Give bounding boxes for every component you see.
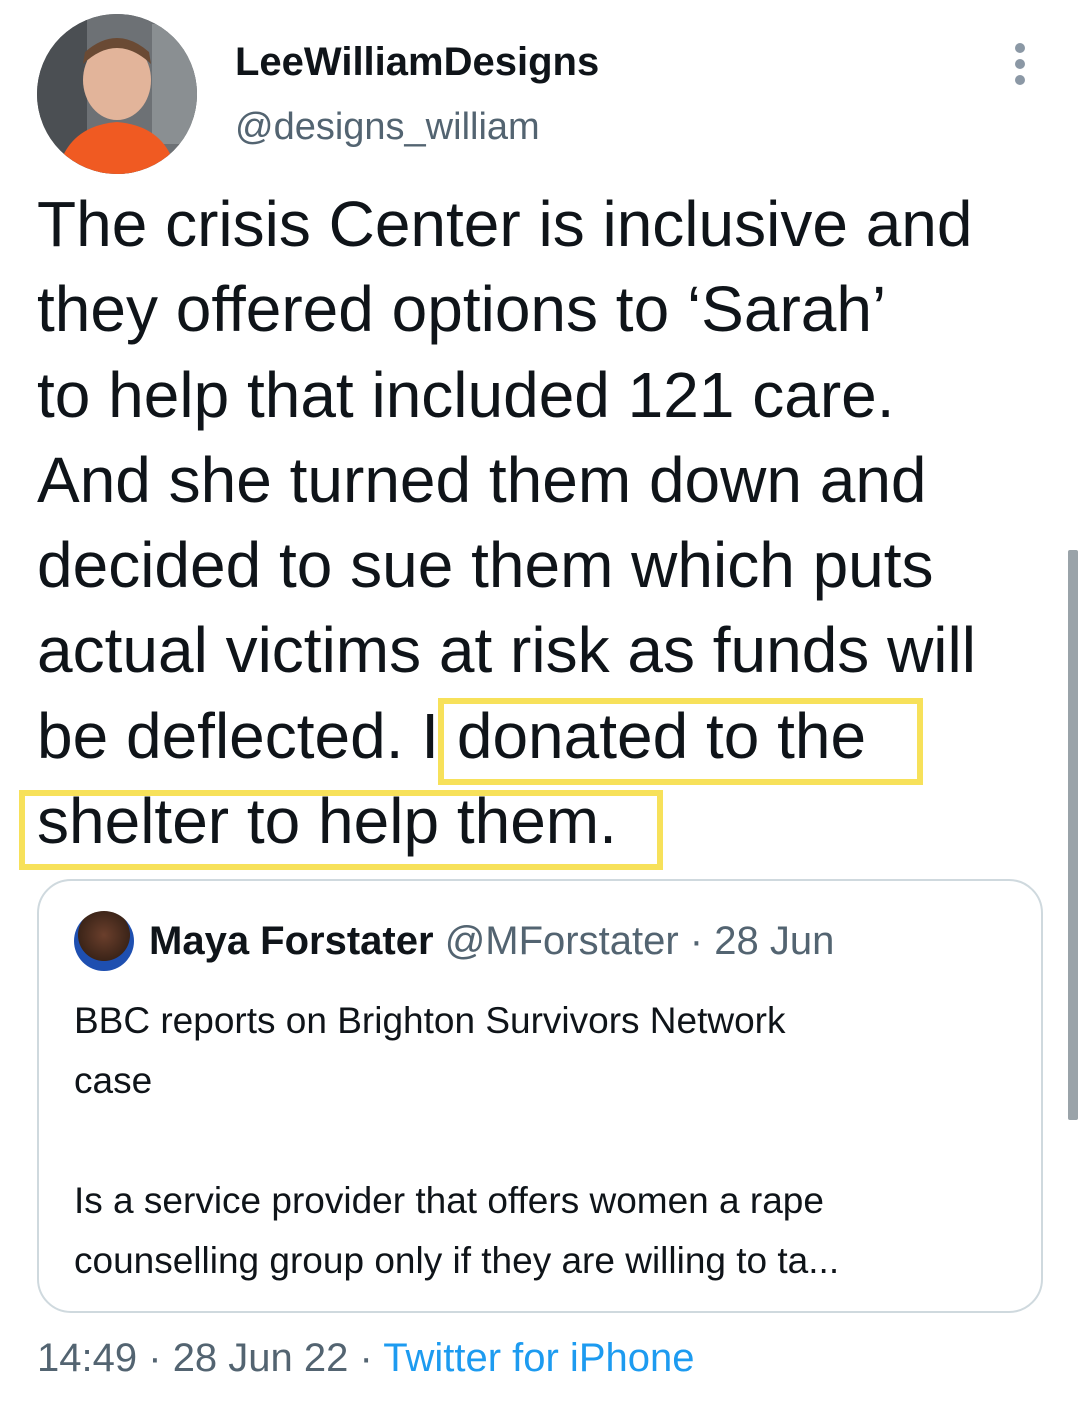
tweet-footer: 14:49 · 28 Jun 22 · Twitter for iPhone xyxy=(37,1336,694,1381)
author-handle[interactable]: @designs_william xyxy=(235,106,540,149)
scrollbar[interactable] xyxy=(1068,550,1078,1120)
author-name[interactable]: LeeWilliamDesigns xyxy=(235,40,599,85)
highlight-box xyxy=(438,698,923,785)
highlight-box xyxy=(19,790,663,870)
quoted-tweet-card[interactable]: Maya Forstater @MForstater · 28 Jun BBC … xyxy=(37,879,1043,1313)
quoted-author-name: Maya Forstater xyxy=(149,919,434,963)
tweet-time: 14:49 xyxy=(37,1336,138,1380)
quoted-author-handle: @MForstater xyxy=(444,919,679,963)
quoted-tweet-text: BBC reports on Brighton Survivors Networ… xyxy=(74,1000,840,1281)
quoted-tweet-header: Maya Forstater @MForstater · 28 Jun xyxy=(149,919,834,964)
separator-dot: · xyxy=(148,1336,162,1380)
quoted-author-avatar xyxy=(74,911,134,971)
tweet-date: 28 Jun 22 xyxy=(172,1336,349,1380)
author-avatar[interactable] xyxy=(37,14,197,174)
separator-dot: · xyxy=(359,1336,373,1380)
tweet-text-main: The crisis Center is inclusive and they … xyxy=(37,188,976,772)
separator-dot: · xyxy=(689,919,704,963)
more-vertical-icon[interactable] xyxy=(1008,40,1032,88)
tweet-source-link[interactable]: Twitter for iPhone xyxy=(383,1336,694,1380)
quoted-tweet-date: 28 Jun xyxy=(714,919,835,963)
